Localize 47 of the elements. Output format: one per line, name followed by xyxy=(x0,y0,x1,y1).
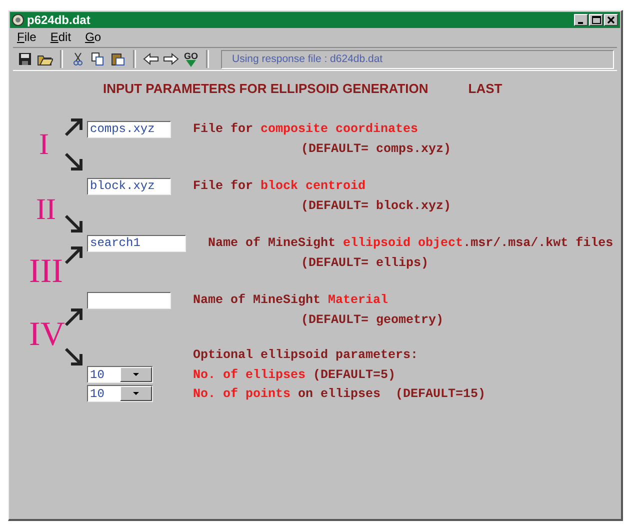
back-arrow-icon[interactable] xyxy=(142,50,160,68)
up-right-arrow-icon xyxy=(64,245,84,265)
maximize-icon xyxy=(592,16,600,24)
down-right-arrow-icon xyxy=(64,347,84,367)
maximize-button[interactable] xyxy=(589,14,603,26)
response-file-status: Using response file : d624db.dat xyxy=(221,50,614,68)
down-right-arrow-icon xyxy=(64,152,84,172)
forward-arrow-icon[interactable] xyxy=(162,50,180,68)
down-triangle-icon xyxy=(186,60,196,66)
input-field[interactable]: block.xyz xyxy=(87,178,171,194)
default-note: (DEFAULT= block.xyz) xyxy=(301,199,452,214)
roman-numeral: II xyxy=(36,195,56,225)
menu-item[interactable]: File xyxy=(17,30,36,44)
field-description: Name of MineSight ellipsoid object.msr/.msa/.kwt files xyxy=(208,236,614,250)
save-icon[interactable] xyxy=(16,50,34,68)
roman-numeral: I xyxy=(39,130,49,160)
input-field[interactable] xyxy=(87,292,171,308)
down-right-arrow-icon xyxy=(64,214,84,234)
field-description: Name of MineSight Material xyxy=(193,293,388,307)
number-dropdown[interactable]: 10 xyxy=(87,385,153,402)
up-right-arrow-icon xyxy=(64,307,84,327)
number-dropdown[interactable]: 10 xyxy=(87,366,153,383)
roman-numeral: IV xyxy=(29,318,65,352)
up-right-arrow-icon xyxy=(64,117,84,137)
app-icon xyxy=(12,14,24,26)
input-field[interactable]: comps.xyz xyxy=(87,120,171,138)
field-description: File for block centroid xyxy=(193,179,366,193)
menu-item[interactable]: Edit xyxy=(50,30,72,44)
optional-heading: Optional ellipsoid parameters: xyxy=(193,348,420,364)
default-note: (DEFAULT= comps.xyz) xyxy=(301,142,452,157)
field-description: No. of points on ellipses (DEFAULT=15) xyxy=(193,386,486,400)
dropdown-arrow-icon xyxy=(133,392,139,396)
default-note: (DEFAULT= geometry) xyxy=(301,313,445,328)
roman-numeral: III xyxy=(29,255,63,289)
menu-item[interactable]: Go xyxy=(85,30,102,44)
default-note: (DEFAULT= ellips) xyxy=(301,256,430,271)
minimize-button[interactable] xyxy=(574,14,588,26)
field-description: File for composite coordinates xyxy=(193,122,418,136)
field-description: No. of ellipses (DEFAULT=5) xyxy=(193,368,396,382)
input-field[interactable]: search1 xyxy=(87,234,186,252)
form-tag: LAST xyxy=(468,81,502,96)
form-heading: INPUT PARAMETERS FOR ELLIPSOID GENERATION xyxy=(103,81,428,96)
window-title: p624db.dat xyxy=(27,13,90,27)
go-button[interactable]: GO xyxy=(182,52,200,66)
close-button[interactable] xyxy=(604,14,618,26)
close-icon xyxy=(607,16,615,24)
dropdown-arrow-icon xyxy=(133,372,139,376)
